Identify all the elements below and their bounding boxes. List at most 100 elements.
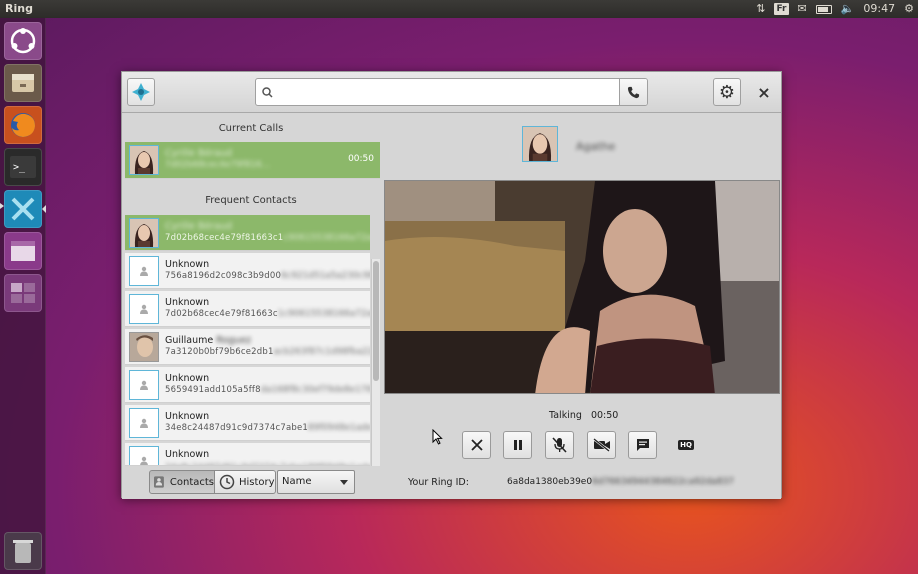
ring-launcher-icon[interactable] — [4, 190, 42, 228]
ring-window: ⚙ × Current Calls Cyrille Béraud 7d02b68… — [121, 71, 782, 499]
app-title: Ring — [5, 2, 33, 15]
workspace-switcher-icon[interactable] — [4, 274, 42, 312]
contact-name: Unknown — [165, 373, 210, 384]
settings-button[interactable]: ⚙ — [713, 78, 741, 106]
battery-icon[interactable] — [815, 4, 832, 14]
call-status-text: Talking — [549, 410, 582, 421]
volume-icon[interactable]: 🔈 — [841, 1, 855, 17]
contact-name: Unknown — [165, 297, 210, 308]
contact-id: 7d02b68cec4e79f81663c1c90615538166a72a0 — [165, 309, 370, 319]
ring-id-label: Your Ring ID: — [408, 477, 469, 488]
default-avatar-icon — [129, 408, 159, 438]
gear-icon[interactable]: ⚙ — [904, 1, 914, 17]
call-panel: Agathe Talking 00:50 HQ Your Ring ID: 6a… — [384, 114, 781, 499]
search-input[interactable] — [278, 79, 619, 105]
ring-menu-button[interactable] — [127, 78, 155, 106]
current-call-row[interactable]: Cyrille Béraud 7d02b68cec4e79f816... 00:… — [125, 142, 380, 179]
frequent-contacts-title: Frequent Contacts — [205, 195, 297, 206]
list-item[interactable]: Guillaume Roguez 7a3120b0bf79b6ce2db1acb… — [125, 329, 370, 365]
search-bar — [255, 78, 648, 106]
keyboard-layout-indicator[interactable]: Fr — [774, 3, 789, 15]
camera-off-icon — [592, 438, 610, 452]
close-button[interactable]: × — [752, 80, 776, 104]
launcher: >_ — [0, 18, 46, 574]
default-avatar-icon — [129, 256, 159, 286]
contact-name: Unknown — [165, 259, 210, 270]
contact-id-visible: 7d02b68cec4e79f81663c — [165, 309, 278, 319]
contact-id-visible: 756a8196d2c098c3b9d00 — [165, 271, 282, 281]
peer-name: Agathe — [576, 140, 616, 153]
call-button[interactable] — [619, 79, 647, 105]
pause-icon — [513, 440, 522, 450]
list-item[interactable]: Unknown 756a8196d2c098c3b9d006c921d51a5a… — [125, 253, 370, 289]
contact-last-name-hidden: Roguez — [216, 335, 252, 346]
contacts-scrollbar[interactable] — [371, 259, 380, 466]
avatar — [129, 145, 159, 175]
contact-id-hidden: da168f8c30ef79de8e178 — [260, 385, 370, 395]
call-contact-id: 7d02b68cec4e79f816... — [165, 160, 271, 170]
focused-indicator — [42, 205, 46, 213]
top-panel: Ring ⇅ Fr ✉ 🔈 09:47 ⚙ — [0, 0, 918, 18]
close-icon — [470, 439, 483, 451]
clock[interactable]: 09:47 — [863, 1, 895, 17]
terminal-icon[interactable]: >_ — [4, 148, 42, 186]
default-avatar-icon — [129, 294, 159, 324]
contacts-icon — [154, 476, 164, 488]
svg-text:>_: >_ — [13, 162, 26, 173]
contact-id-hidden: c90615538166a72ad0 — [283, 233, 370, 243]
hold-button[interactable] — [503, 431, 532, 459]
mute-audio-button[interactable] — [545, 431, 574, 459]
mail-icon[interactable]: ✉ — [798, 1, 807, 17]
list-item[interactable]: Unknown 34e8c24487d91c9d7374c7abe189f094… — [125, 405, 370, 441]
clock-icon — [219, 474, 235, 490]
window-app-icon[interactable] — [4, 232, 42, 270]
ring-id-value: 6a8da1380eb39e06d76634944384822ca92da837 — [507, 477, 734, 487]
current-calls-title: Current Calls — [218, 123, 284, 134]
network-icon[interactable]: ⇅ — [756, 1, 765, 17]
sort-dropdown[interactable]: Name — [277, 470, 355, 494]
contact-id: 756a8196d2c098c3b9d006c921d51a5a230c987 — [165, 271, 370, 281]
contact-id-visible: 7d02b68cec4e79f81663c1 — [165, 233, 284, 243]
header-bar: ⚙ × — [122, 72, 781, 113]
contact-id-visible: 5659491add105a5ff8 — [165, 385, 261, 395]
contact-id-visible: 34e8c24487d91c9d7374c7abe1 — [165, 423, 309, 433]
call-status: Talking 00:50 — [549, 410, 618, 421]
call-timer: 00:50 — [590, 410, 619, 421]
history-tab-label: History — [239, 476, 275, 488]
hq-toggle[interactable]: HQ — [672, 431, 700, 459]
ubuntu-dash-icon[interactable] — [4, 22, 42, 60]
scrollbar-thumb[interactable] — [373, 261, 379, 381]
trash-icon[interactable] — [4, 532, 42, 570]
call-duration: 00:50 — [348, 154, 374, 164]
hangup-button[interactable] — [462, 431, 491, 459]
contact-id-hidden: acb263f87c1d98fba226 — [273, 347, 370, 357]
files-icon[interactable] — [4, 64, 42, 102]
mic-off-icon — [551, 437, 567, 453]
peer-avatar — [522, 126, 558, 162]
list-item[interactable]: Unknown 34e8c24487d91c9d7374c7abe189f094… — [125, 443, 370, 466]
contact-id: 7d02b68cec4e79f81663c1c90615538166a72ad0 — [165, 233, 370, 243]
avatar — [129, 332, 159, 362]
list-item[interactable]: Unknown 7d02b68cec4e79f81663c1c906155381… — [125, 291, 370, 327]
history-tab[interactable]: History — [215, 470, 276, 494]
mute-video-button[interactable] — [587, 431, 616, 459]
contacts-tab[interactable]: Contacts — [149, 470, 215, 494]
ring-id-hidden: 6d76634944384822ca92da837 — [592, 477, 735, 487]
hq-icon: HQ — [678, 440, 694, 450]
chat-icon — [636, 439, 649, 451]
contact-name: Cyrille Béraud — [165, 221, 233, 232]
list-item[interactable]: Cyrille Béraud 7d02b68cec4e79f81663c1c90… — [125, 215, 370, 251]
list-item[interactable]: Unknown 5659491add105a5ff8da168f8c30ef79… — [125, 367, 370, 403]
contact-id-hidden: 6c921d51a5a230c987 — [281, 271, 370, 281]
contact-id: 5659491add105a5ff8da168f8c30ef79de8e178 — [165, 385, 370, 395]
contact-id-visible: 7a3120b0bf79b6ce2db1 — [165, 347, 274, 357]
contact-name: Unknown — [165, 449, 210, 460]
chat-button[interactable] — [628, 431, 657, 459]
avatar — [129, 218, 159, 248]
search-icon — [256, 79, 278, 105]
bottom-bar: Contacts History Name — [122, 466, 384, 499]
ring-logo-icon — [132, 83, 150, 101]
firefox-icon[interactable] — [4, 106, 42, 144]
video-feed[interactable] — [384, 180, 780, 394]
contact-id: 34e8c24487d91c9d7374c7abe189f0948e1ade — [165, 423, 370, 433]
